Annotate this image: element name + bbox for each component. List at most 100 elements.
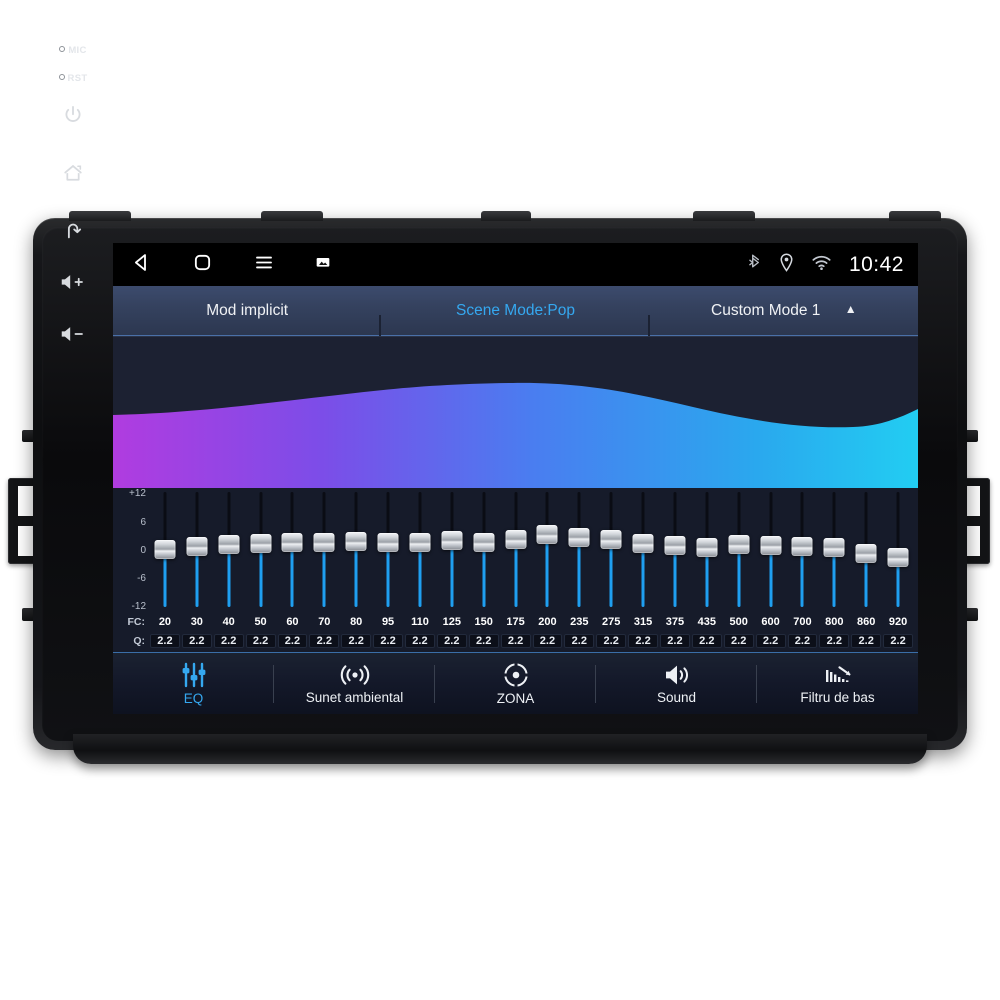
q-cell[interactable]: 2.2 <box>723 633 754 648</box>
eq-band[interactable] <box>308 488 340 612</box>
scale-label: 6 <box>140 517 146 528</box>
q-cell[interactable]: 2.2 <box>660 633 690 648</box>
slider-thumb[interactable] <box>568 527 590 547</box>
slider-thumb[interactable] <box>505 530 527 550</box>
q-cell[interactable]: 2.2 <box>150 633 180 648</box>
slider-thumb[interactable] <box>409 532 431 552</box>
nav-item-eq[interactable]: EQ <box>113 653 274 714</box>
eq-band[interactable] <box>532 488 564 612</box>
q-cell[interactable]: 2.2 <box>436 633 467 648</box>
nav-item-zone[interactable]: ZONA <box>435 653 596 714</box>
eq-band[interactable] <box>277 488 309 612</box>
q-cell[interactable]: 2.2 <box>596 633 627 648</box>
slider-thumb[interactable] <box>218 535 240 555</box>
slider-thumb[interactable] <box>887 547 909 567</box>
eq-band[interactable] <box>882 488 914 612</box>
q-cell[interactable]: 2.2 <box>181 633 212 648</box>
q-cell[interactable]: 2.2 <box>851 633 882 648</box>
slider-thumb[interactable] <box>791 536 813 556</box>
eq-band[interactable] <box>850 488 882 612</box>
q-cell[interactable]: 2.2 <box>277 633 308 648</box>
nav-item-sound[interactable]: Sound <box>596 653 757 714</box>
q-cell[interactable]: 2.2 <box>500 633 531 648</box>
slider-thumb[interactable] <box>313 532 335 552</box>
slider-thumb[interactable] <box>377 532 399 552</box>
eq-db-scale: +12 6 0 -6 -12 <box>113 488 149 612</box>
eq-band[interactable] <box>563 488 595 612</box>
slider-thumb[interactable] <box>473 533 495 553</box>
eq-band[interactable] <box>595 488 627 612</box>
volume-up-button[interactable] <box>44 272 102 292</box>
power-button[interactable] <box>44 104 102 126</box>
eq-band[interactable] <box>691 488 723 612</box>
reset-indicator[interactable]: RST <box>44 68 102 86</box>
bezel-nub <box>481 211 531 221</box>
q-cell[interactable]: 2.2 <box>787 633 818 648</box>
eq-band[interactable] <box>468 488 500 612</box>
slider-thumb[interactable] <box>855 543 877 563</box>
q-cell[interactable]: 2.2 <box>213 633 244 648</box>
slider-thumb[interactable] <box>441 531 463 551</box>
slider-thumb[interactable] <box>823 537 845 557</box>
home-icon[interactable] <box>192 252 213 278</box>
slider-thumb[interactable] <box>632 534 654 554</box>
back-icon[interactable] <box>131 252 152 278</box>
menu-icon[interactable] <box>253 252 275 278</box>
q-cell[interactable]: 2.2 <box>883 633 913 648</box>
back-button[interactable] <box>44 220 102 242</box>
slider-thumb[interactable] <box>664 536 686 556</box>
q-cell[interactable]: 2.2 <box>628 633 658 648</box>
eq-band[interactable] <box>149 488 181 612</box>
volume-down-button[interactable] <box>44 324 102 344</box>
q-cell[interactable]: 2.2 <box>564 633 595 648</box>
location-pin-icon <box>779 252 794 277</box>
slider-thumb[interactable] <box>345 532 367 552</box>
q-cell[interactable]: 2.2 <box>691 633 722 648</box>
eq-band[interactable] <box>627 488 659 612</box>
q-cell[interactable]: 2.2 <box>755 633 786 648</box>
touchscreen-display: 10:42 Mod implicit Scene Mode:Pop Custom… <box>113 243 918 714</box>
eq-band[interactable] <box>245 488 277 612</box>
tab-default-mode[interactable]: Mod implicit <box>113 302 382 339</box>
slider-thumb[interactable] <box>696 538 718 558</box>
fc-cell: 375 <box>665 615 685 628</box>
slider-thumb[interactable] <box>281 533 303 553</box>
eq-band[interactable] <box>372 488 404 612</box>
slider-thumb[interactable] <box>728 535 750 555</box>
eq-band[interactable] <box>500 488 532 612</box>
eq-band[interactable] <box>213 488 245 612</box>
eq-band[interactable] <box>659 488 691 612</box>
slider-thumb[interactable] <box>600 530 622 550</box>
q-cell[interactable]: 2.2 <box>245 633 276 648</box>
tab-custom-mode[interactable]: Custom Mode 1 ▲ <box>650 302 918 320</box>
slider-thumb[interactable] <box>250 534 272 554</box>
q-cell[interactable]: 2.2 <box>532 633 563 648</box>
zone-target-icon <box>503 662 528 687</box>
eq-band[interactable] <box>181 488 213 612</box>
fc-cell: 315 <box>633 615 653 628</box>
curve-fill <box>113 382 918 489</box>
slider-thumb[interactable] <box>154 540 176 559</box>
nav-item-bass-filter[interactable]: Filtru de bas <box>757 653 918 714</box>
q-cell[interactable]: 2.2 <box>309 633 340 648</box>
eq-band[interactable] <box>818 488 850 612</box>
slider-thumb[interactable] <box>186 537 208 557</box>
q-cell[interactable]: 2.2 <box>819 633 850 648</box>
q-cell[interactable]: 2.2 <box>468 633 499 648</box>
eq-band[interactable] <box>436 488 468 612</box>
eq-band[interactable] <box>755 488 787 612</box>
nav-item-surround[interactable]: Sunet ambiental <box>274 653 435 714</box>
eq-band[interactable] <box>723 488 755 612</box>
slider-thumb[interactable] <box>536 524 558 544</box>
q-cell[interactable]: 2.2 <box>373 633 403 648</box>
screenshot-icon[interactable] <box>315 254 331 275</box>
eq-band[interactable] <box>340 488 372 612</box>
chevron-up-icon[interactable]: ▲ <box>845 302 857 316</box>
tab-scene-mode[interactable]: Scene Mode:Pop <box>381 302 650 339</box>
q-cell[interactable]: 2.2 <box>341 633 372 648</box>
eq-band[interactable] <box>404 488 436 612</box>
home-button[interactable] <box>44 162 102 184</box>
slider-thumb[interactable] <box>760 535 782 555</box>
eq-band[interactable] <box>787 488 819 612</box>
q-cell[interactable]: 2.2 <box>405 633 435 648</box>
